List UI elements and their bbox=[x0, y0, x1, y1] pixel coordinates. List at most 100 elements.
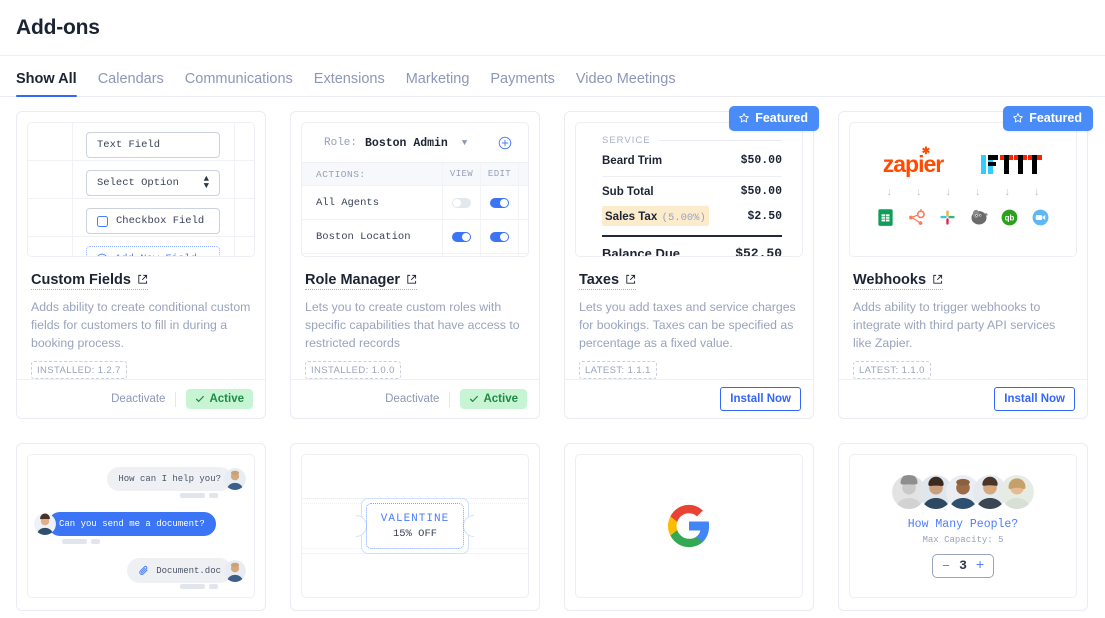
addon-body: Role Manager Lets you to create custom r… bbox=[291, 257, 539, 380]
addon-card-taxes[interactable]: Featured SERVICE Beard Trim $50.00 Sub T… bbox=[564, 106, 819, 419]
addon-version-badge: LATEST: 1.1.0 bbox=[853, 361, 931, 380]
addon-version-badge: INSTALLED: 1.0.0 bbox=[305, 361, 401, 380]
salestax-highlight: Sales Tax (5.00%) bbox=[602, 206, 709, 226]
featured-badge: Featured bbox=[1003, 106, 1093, 131]
addon-description: Lets you to create custom roles with spe… bbox=[305, 299, 520, 350]
chat-message-text: How can I help you? bbox=[107, 467, 232, 491]
tab-calendars[interactable]: Calendars bbox=[98, 71, 164, 96]
divider bbox=[658, 140, 782, 141]
table-row-empty bbox=[302, 254, 528, 256]
tab-video-meetings[interactable]: Video Meetings bbox=[576, 71, 676, 96]
status-badge-label: Active bbox=[209, 393, 244, 406]
star-icon bbox=[739, 113, 750, 123]
chat-attachment-bubble: Document.doc bbox=[127, 558, 232, 583]
install-now-button[interactable]: Install Now bbox=[720, 387, 801, 412]
ifttt-wordmark-icon bbox=[981, 154, 1043, 174]
column-header-view: VIEW bbox=[442, 163, 480, 185]
addon-title: Role Manager bbox=[305, 271, 401, 288]
addon-title-link[interactable]: Role Manager bbox=[305, 271, 418, 290]
chevron-down-icon: ▼ bbox=[461, 138, 468, 148]
capacity-stepper[interactable]: – 3 + bbox=[931, 553, 995, 578]
tab-show-all[interactable]: Show All bbox=[16, 71, 77, 97]
arrow-down-icon: ↓ bbox=[1004, 185, 1011, 198]
salestax-label: Sales Tax bbox=[605, 211, 658, 223]
addon-illustration-taxes: SERVICE Beard Trim $50.00 Sub Total $50.… bbox=[575, 122, 803, 257]
google-sheets-icon bbox=[875, 207, 896, 228]
table-header-row: ACTIONS: VIEW EDIT bbox=[302, 163, 528, 186]
zapier-wordmark: zapier bbox=[882, 150, 944, 177]
tab-marketing[interactable]: Marketing bbox=[406, 71, 470, 96]
addon-card-google[interactable] bbox=[564, 443, 814, 611]
star-icon bbox=[1013, 113, 1024, 123]
table-row: Boston Location bbox=[302, 220, 528, 254]
addon-illustration-google bbox=[575, 454, 803, 598]
avatar bbox=[1000, 474, 1034, 509]
increment-button[interactable]: + bbox=[976, 558, 984, 574]
addon-description: Lets you add taxes and service charges f… bbox=[579, 299, 796, 350]
featured-badge: Featured bbox=[729, 106, 819, 131]
tab-extensions[interactable]: Extensions bbox=[314, 71, 385, 96]
field-preview-select: Select Option ▲ ▼ bbox=[86, 170, 220, 196]
addon-version-badge: LATEST: 1.1.1 bbox=[579, 361, 657, 380]
decrement-button[interactable]: – bbox=[942, 558, 950, 574]
field-preview-text-label: Text Field bbox=[97, 139, 161, 151]
deactivate-button[interactable]: Deactivate bbox=[385, 393, 439, 405]
google-logo-icon bbox=[667, 504, 710, 548]
status-badge-active[interactable]: Active bbox=[186, 389, 253, 410]
addon-card-chat[interactable]: How can I help you? Can you send me a do… bbox=[16, 443, 266, 611]
addon-footer: Install Now bbox=[839, 379, 1087, 418]
tab-communications[interactable]: Communications bbox=[185, 71, 293, 96]
integration-icons: qb bbox=[875, 207, 1051, 228]
addon-title-link[interactable]: Webhooks bbox=[853, 271, 944, 290]
invoice-line-item: Beard Trim $50.00 bbox=[602, 154, 782, 167]
permissions-table: ACTIONS: VIEW EDIT All Agents Boston Loc… bbox=[302, 162, 528, 256]
invoice-subtotal-row: Sub Total $50.00 bbox=[602, 185, 782, 198]
chat-message-text: Document.doc bbox=[156, 565, 221, 576]
addon-title: Webhooks bbox=[853, 271, 927, 288]
addon-card-custom-fields[interactable]: Text Field Select Option ▲ ▼ Checkbox Fie… bbox=[16, 111, 266, 419]
featured-label: Featured bbox=[755, 111, 808, 125]
addon-illustration-webhooks: zapier ✱ ↓ ↓ ↓ ↓ ↓ ↓ qb bbox=[849, 122, 1077, 257]
field-preview-text: Text Field bbox=[86, 132, 220, 158]
plus-circle-icon bbox=[97, 253, 107, 256]
addon-title-link[interactable]: Custom Fields bbox=[31, 272, 148, 290]
status-badge-active[interactable]: Active bbox=[460, 389, 527, 410]
subtotal-value: $50.00 bbox=[740, 185, 782, 198]
role-value: Boston Admin bbox=[365, 136, 448, 150]
avatar bbox=[34, 513, 56, 535]
addon-card-role-manager[interactable]: Role: Boston Admin ▼ ACTIONS: VIEW EDIT bbox=[290, 111, 540, 419]
add-role-icon bbox=[498, 136, 512, 150]
balance-value: $52.50 bbox=[735, 246, 782, 257]
install-now-button[interactable]: Install Now bbox=[994, 387, 1075, 412]
quickbooks-icon: qb bbox=[999, 207, 1020, 228]
invoice-section-header: SERVICE bbox=[602, 135, 782, 146]
addon-card-capacity[interactable]: How Many People? Max Capacity: 5 – 3 + bbox=[838, 443, 1088, 611]
addon-title-link[interactable]: Taxes bbox=[579, 272, 637, 290]
line-item-label: Beard Trim bbox=[602, 154, 663, 167]
zapier-logo: zapier ✱ bbox=[882, 146, 944, 178]
capacity-question: How Many People? bbox=[907, 517, 1019, 531]
arrow-down-icon: ↓ bbox=[945, 185, 952, 198]
divider bbox=[449, 391, 451, 407]
toggle-edit-on bbox=[490, 231, 509, 242]
avatar bbox=[224, 559, 246, 582]
addon-card-webhooks[interactable]: Featured zapier ✱ ↓ ↓ ↓ ↓ ↓ ↓ qb Webhook… bbox=[838, 106, 1093, 419]
salestax-value: $2.50 bbox=[747, 209, 782, 223]
table-row: All Agents bbox=[302, 186, 528, 220]
deactivate-button[interactable]: Deactivate bbox=[111, 393, 165, 405]
balance-label: Balance Due bbox=[602, 246, 681, 257]
column-header-edit: EDIT bbox=[480, 163, 518, 185]
addon-body: Taxes Lets you add taxes and service cha… bbox=[565, 257, 813, 380]
external-link-icon bbox=[407, 275, 417, 285]
addon-card-coupon[interactable]: VALENTINE 15% OFF bbox=[290, 443, 540, 611]
column-header-spacer bbox=[518, 163, 528, 185]
zoom-icon bbox=[1030, 207, 1051, 228]
invoice-balance-row: Balance Due $52.50 bbox=[602, 246, 782, 257]
salestax-rate: (5.00%) bbox=[661, 212, 706, 224]
paperclip-icon bbox=[139, 566, 148, 575]
checkbox-icon bbox=[97, 215, 108, 227]
field-preview-select-label: Select Option bbox=[97, 177, 179, 189]
field-preview-checkbox: Checkbox Field bbox=[86, 208, 220, 234]
check-icon bbox=[196, 396, 205, 403]
tab-payments[interactable]: Payments bbox=[490, 71, 554, 96]
